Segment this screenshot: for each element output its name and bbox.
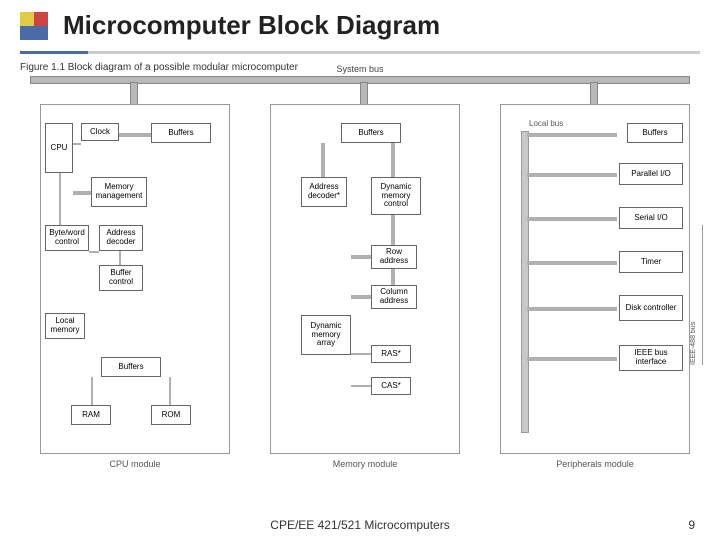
block-buffers: Buffers — [341, 123, 401, 143]
footer-text: CPE/EE 421/521 Microcomputers — [0, 518, 720, 532]
title-underline — [20, 51, 700, 54]
module-label: Peripherals module — [501, 459, 689, 469]
block-buffers: Buffers — [151, 123, 211, 143]
bus-drop — [590, 82, 598, 106]
block-ram: RAM — [71, 405, 111, 425]
module-label: Memory module — [271, 459, 459, 469]
block-sio: Serial I/O — [619, 207, 683, 229]
block-cpu: CPU — [45, 123, 73, 173]
module-peripherals: Local bus Buffers Parallel I/O Serial I/… — [500, 104, 690, 454]
block-clock: Clock — [81, 123, 119, 141]
block-ieee: IEEE bus interface — [619, 345, 683, 371]
block-col-addr: Column address — [371, 285, 417, 309]
block-byteword: Byte/word control — [45, 225, 89, 251]
local-bus-label: Local bus — [529, 119, 563, 128]
block-addr-dec: Address decoder* — [301, 177, 347, 207]
ieee-side-label: IEEE-488 bus — [690, 225, 703, 365]
module-label: CPU module — [41, 459, 229, 469]
module-cpu: CPU Clock Buffers Memory management Byte… — [40, 104, 230, 454]
block-addr-dec: Address decoder — [99, 225, 143, 251]
module-memory: Buffers Address decoder* Dynamic memory … — [270, 104, 460, 454]
block-diagram: Figure 1.1 Block diagram of a possible m… — [20, 62, 700, 482]
slide-logo — [20, 12, 48, 40]
block-buf-ctrl: Buffer control — [99, 265, 143, 291]
block-row-addr: Row address — [371, 245, 417, 269]
block-cas: CAS* — [371, 377, 411, 395]
block-local-mem: Local memory — [45, 313, 85, 339]
block-timer: Timer — [619, 251, 683, 273]
block-rom: ROM — [151, 405, 191, 425]
page-number: 9 — [688, 518, 695, 532]
block-buffers: Buffers — [627, 123, 683, 143]
block-ras: RAS* — [371, 345, 411, 363]
bus-drop — [360, 82, 368, 106]
slide-title: Microcomputer Block Diagram — [63, 10, 440, 41]
block-dyn-array: Dynamic memory array — [301, 315, 351, 355]
system-bus-label: System bus — [336, 64, 383, 74]
block-buffers-bot: Buffers — [101, 357, 161, 377]
bus-drop — [130, 82, 138, 106]
block-mem-mgmt: Memory management — [91, 177, 147, 207]
block-dyn-ctrl: Dynamic memory control — [371, 177, 421, 215]
block-pio: Parallel I/O — [619, 163, 683, 185]
block-disk: Disk controller — [619, 295, 683, 321]
